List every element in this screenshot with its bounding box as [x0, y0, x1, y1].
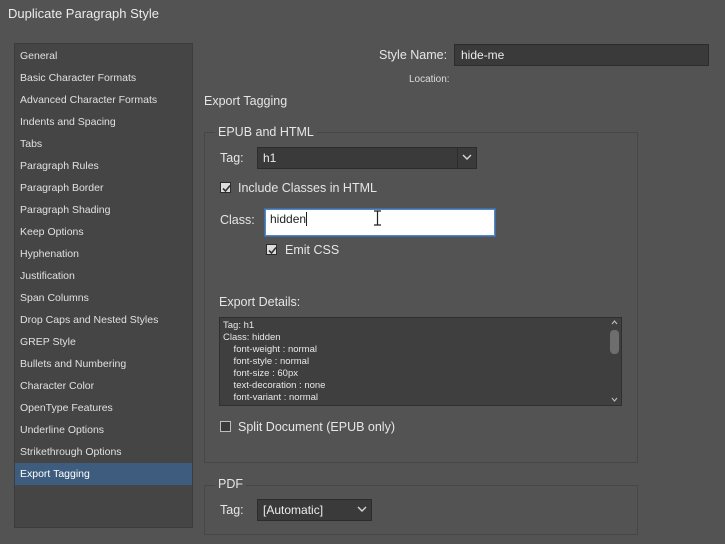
sidebar-item-span-columns[interactable]: Span Columns — [15, 287, 192, 309]
sidebar-item-tabs[interactable]: Tabs — [15, 133, 192, 155]
scroll-down-icon — [611, 397, 618, 402]
emit-css-checkbox[interactable] — [266, 244, 277, 255]
include-classes-checkbox[interactable] — [220, 182, 231, 193]
sidebar-item-paragraph-shading[interactable]: Paragraph Shading — [15, 199, 192, 221]
pdf-group-label: PDF — [215, 477, 246, 491]
sidebar-item-keep-options[interactable]: Keep Options — [15, 221, 192, 243]
pdf-tag-label: Tag: — [220, 503, 244, 517]
checkmark-icon — [222, 184, 231, 193]
scrollbar-thumb[interactable] — [610, 330, 619, 354]
sidebar-item-opentype-features[interactable]: OpenType Features — [15, 397, 192, 419]
export-details-line: font-style : normal — [223, 356, 310, 367]
sidebar-item-hyphenation[interactable]: Hyphenation — [15, 243, 192, 265]
title-bar: Duplicate Paragraph Style — [0, 0, 725, 30]
export-details-label: Export Details: — [219, 295, 301, 309]
chevron-down-icon[interactable] — [457, 148, 476, 168]
sidebar-item-character-color[interactable]: Character Color — [15, 375, 192, 397]
epub-html-group-label: EPUB and HTML — [215, 125, 317, 139]
sidebar-item-advanced-character-formats[interactable]: Advanced Character Formats — [15, 89, 192, 111]
sidebar-item-export-tagging[interactable]: Export Tagging — [15, 463, 192, 485]
sidebar-item-drop-caps[interactable]: Drop Caps and Nested Styles — [15, 309, 192, 331]
chevron-down-icon[interactable] — [353, 500, 371, 520]
style-name-input[interactable]: hide-me — [454, 44, 709, 66]
export-details-box: Tag: h1 Class: hidden font-weight : norm… — [219, 317, 622, 406]
sidebar-item-bullets-and-numbering[interactable]: Bullets and Numbering — [15, 353, 192, 375]
sidebar-item-grep-style[interactable]: GREP Style — [15, 331, 192, 353]
category-sidebar: General Basic Character Formats Advanced… — [14, 43, 193, 528]
sidebar-item-justification[interactable]: Justification — [15, 265, 192, 287]
epub-tag-dropdown[interactable]: h1 — [257, 147, 477, 169]
sidebar-item-general[interactable]: General — [15, 45, 192, 67]
export-details-line: Class: hidden — [223, 332, 281, 343]
sidebar-item-paragraph-border[interactable]: Paragraph Border — [15, 177, 192, 199]
sidebar-item-indents-and-spacing[interactable]: Indents and Spacing — [15, 111, 192, 133]
epub-tag-value: h1 — [263, 151, 277, 165]
export-details-line: font-size : 60px — [223, 368, 298, 379]
location-label: Location: — [409, 74, 450, 85]
scroll-up-icon — [611, 320, 618, 325]
split-document-checkbox[interactable] — [220, 421, 231, 432]
sidebar-item-strikethrough-options[interactable]: Strikethrough Options — [15, 441, 192, 463]
split-document-label[interactable]: Split Document (EPUB only) — [238, 420, 395, 434]
epub-tag-label: Tag: — [220, 151, 244, 165]
export-details-line: font-weight : normal — [223, 344, 317, 355]
window-title: Duplicate Paragraph Style — [8, 6, 160, 21]
export-details-line: Tag: h1 — [223, 320, 255, 331]
section-title: Export Tagging — [204, 94, 288, 108]
pdf-tag-value: [Automatic] — [263, 503, 324, 517]
text-caret — [306, 212, 307, 226]
style-name-label: Style Name: — [379, 48, 448, 62]
checkmark-icon — [268, 246, 277, 255]
ibeam-cursor-icon — [374, 210, 381, 226]
export-details-line: text-decoration : none — [223, 380, 326, 391]
emit-css-label[interactable]: Emit CSS — [285, 243, 339, 257]
class-label: Class: — [220, 213, 255, 227]
sidebar-item-paragraph-rules[interactable]: Paragraph Rules — [15, 155, 192, 177]
pdf-tag-dropdown[interactable]: [Automatic] — [257, 499, 372, 521]
include-classes-label[interactable]: Include Classes in HTML — [238, 181, 377, 195]
export-details-line: font-variant : normal — [223, 392, 319, 403]
sidebar-item-underline-options[interactable]: Underline Options — [15, 419, 192, 441]
sidebar-item-basic-character-formats[interactable]: Basic Character Formats — [15, 67, 192, 89]
